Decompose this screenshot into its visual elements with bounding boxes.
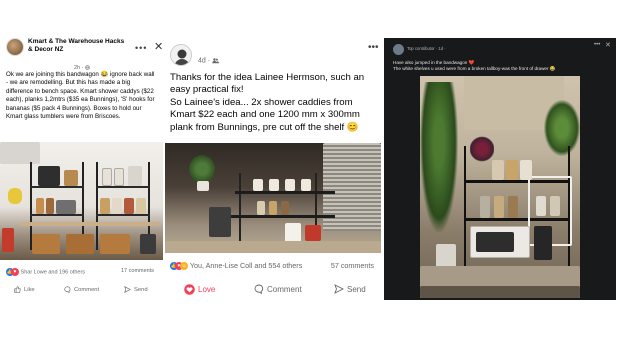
- post-body-line2: The white shelves u used were from a bro…: [393, 66, 556, 71]
- reaction-summary[interactable]: You, Anne-Lise Coll and 554 others: [190, 261, 302, 270]
- post-stats: 👍♥☺ You, Anne-Lise Coll and 554 others 5…: [170, 261, 380, 273]
- reaction-icons[interactable]: 👍♥☺: [170, 261, 188, 271]
- reaction-summary[interactable]: Shar Lowe and 196 others: [21, 269, 86, 275]
- group-avatar[interactable]: [6, 38, 24, 56]
- author-avatar[interactable]: [170, 44, 192, 66]
- post-stats: 👍♥ Shar Lowe and 196 others 17 comments: [6, 268, 158, 278]
- globe-icon: [85, 65, 90, 70]
- comment-icon: [64, 286, 71, 293]
- post-photo-kitchen-caddies[interactable]: [165, 143, 381, 253]
- facebook-post-dark-mode: Top contributor · 1d · ••• ✕ Have also j…: [384, 38, 616, 300]
- send-label: Send: [134, 286, 148, 293]
- post-body-text: Thanks for the idea Lainee Hermson, such…: [170, 72, 380, 134]
- heart-icon: [184, 284, 195, 295]
- send-label: Send: [347, 284, 366, 294]
- like-button[interactable]: Like: [14, 286, 35, 293]
- thumbs-up-icon: [14, 286, 21, 293]
- care-reaction-icon: ☺: [180, 262, 188, 271]
- ellipsis-icon[interactable]: •••: [135, 43, 147, 53]
- love-reaction-icon: ♥: [11, 268, 19, 276]
- post-time[interactable]: 4d ·: [198, 57, 219, 64]
- comment-icon: [254, 284, 264, 294]
- facebook-post-shower-caddies: 4d · ••• Thanks for the idea Lainee Herm…: [165, 30, 381, 307]
- reaction-icons[interactable]: 👍♥: [6, 268, 19, 276]
- post-header: Kmart & The Warehouse Hacks & Decor NZ 2…: [6, 38, 163, 71]
- love-label: Love: [198, 285, 216, 294]
- send-icon: [334, 284, 344, 294]
- love-button[interactable]: Love: [184, 284, 215, 295]
- close-icon[interactable]: ✕: [605, 41, 611, 49]
- like-label: Like: [24, 286, 35, 293]
- post-time-text: 4d: [198, 57, 206, 65]
- post-photo-kitchen-rack[interactable]: [420, 76, 580, 298]
- comment-count[interactable]: 57 comments: [331, 261, 374, 270]
- facebook-post-kmart-group: Kmart & The Warehouse Hacks & Decor NZ 2…: [0, 30, 163, 305]
- send-icon: [124, 286, 131, 293]
- comment-button[interactable]: Comment: [254, 284, 302, 294]
- post-photo-kitchen-shelves[interactable]: [0, 142, 163, 260]
- post-body-text: Ok we are joining this bandwagon 😂 ignor…: [6, 71, 155, 121]
- friends-icon: [212, 58, 219, 64]
- ellipsis-icon[interactable]: •••: [594, 42, 600, 48]
- avatar-portrait: [171, 45, 191, 65]
- author-meta[interactable]: Top contributor · 1d ·: [407, 46, 446, 51]
- ellipsis-icon[interactable]: •••: [368, 42, 379, 53]
- send-button[interactable]: Send: [334, 284, 366, 294]
- post-action-bar: Like Comment Send: [6, 286, 158, 300]
- comment-button[interactable]: Comment: [64, 286, 99, 293]
- post-body-line2: So Lainee's idea... 2x shower caddies fr…: [170, 96, 360, 133]
- screenshot-collage: Kmart & The Warehouse Hacks & Decor NZ 2…: [0, 0, 620, 349]
- close-icon[interactable]: ✕: [154, 40, 163, 53]
- post-body-line1: Thanks for the idea Lainee Hermson, such…: [170, 72, 365, 96]
- post-action-bar: Love Comment Send: [170, 284, 380, 300]
- comment-count[interactable]: 17 comments: [121, 268, 154, 274]
- author-avatar[interactable]: [393, 44, 404, 55]
- comment-label: Comment: [74, 286, 100, 293]
- group-name[interactable]: Kmart & The Warehouse Hacks & Decor NZ: [28, 38, 128, 54]
- comment-label: Comment: [267, 284, 302, 294]
- send-button[interactable]: Send: [124, 286, 148, 293]
